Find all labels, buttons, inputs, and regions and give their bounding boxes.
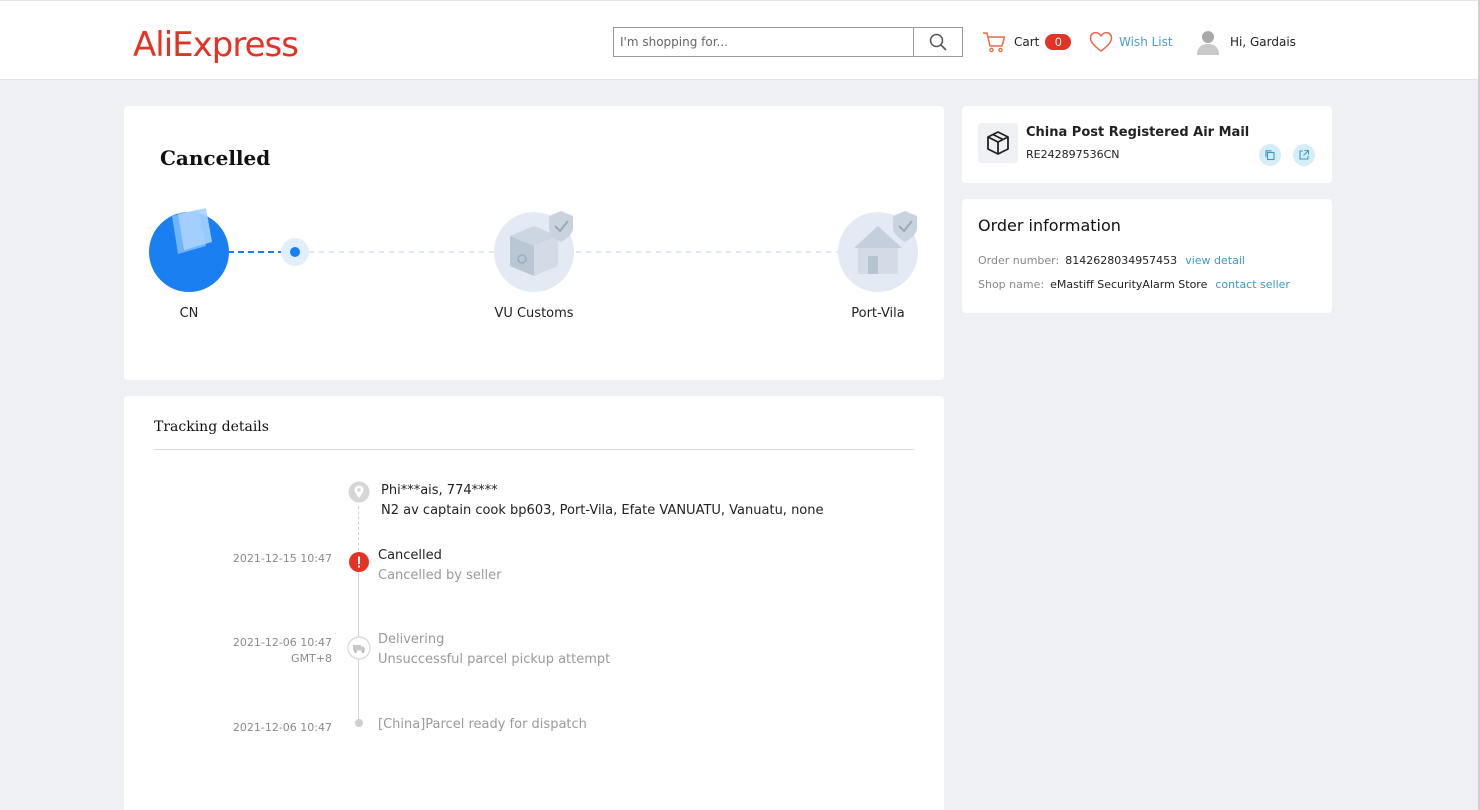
aliexpress-logo[interactable]: AliExpress <box>133 25 299 65</box>
node-label-customs: VU Customs <box>494 306 574 321</box>
order-info-title: Order information <box>978 216 1121 235</box>
event-date: 2021-12-06 10:47 <box>232 721 332 734</box>
cart-link[interactable]: Cart 0 <box>982 29 1072 55</box>
user-account[interactable]: Hi, Gardais <box>1196 28 1296 56</box>
wishlist-label: Wish List <box>1119 35 1173 49</box>
avatar-icon <box>1197 31 1219 55</box>
order-number-label: Order number: <box>978 254 1060 267</box>
event-title: Cancelled <box>378 548 442 563</box>
shipping-progress <box>149 202 918 292</box>
view-detail-link[interactable]: view detail <box>1185 254 1245 267</box>
tracking-details-card: Tracking details Phi***ais, 774**** N2 a… <box>124 396 944 810</box>
recipient-address: N2 av captain cook bp603, Port-Vila, Efa… <box>381 503 824 518</box>
event-timezone: GMT+8 <box>291 652 332 665</box>
truck-icon <box>347 636 371 660</box>
package-box-icon <box>978 123 1018 163</box>
order-number-row: Order number: 8142628034957453 view deta… <box>978 254 1245 267</box>
search-icon <box>929 33 947 51</box>
event-title: Delivering <box>378 632 445 647</box>
cart-count-badge: 0 <box>1045 34 1072 50</box>
event-date: 2021-12-06 10:47 <box>232 636 332 649</box>
recipient-name: Phi***ais, 774**** <box>381 483 498 498</box>
current-position-dot <box>281 238 309 266</box>
event-detail: Unsuccessful parcel pickup attempt <box>378 652 611 667</box>
carrier-name: China Post Registered Air Mail <box>1026 125 1250 140</box>
copy-tracking-button[interactable] <box>1259 144 1281 166</box>
event-title: [China]Parcel ready for dispatch <box>378 717 587 732</box>
shopping-bag-icon <box>149 202 229 292</box>
event-time: 2021-12-15 10:47 <box>233 551 332 567</box>
copy-icon <box>1265 150 1275 161</box>
external-link-icon <box>1299 149 1310 160</box>
shop-name-label: Shop name: <box>978 278 1045 291</box>
event-time: 2021-12-06 10:47 <box>233 720 332 736</box>
order-number-value: 8142628034957453 <box>1065 254 1178 267</box>
dot-icon <box>354 718 364 728</box>
search-input[interactable] <box>614 28 913 56</box>
location-pin-icon <box>348 481 370 503</box>
tracking-number: RE242897536CN <box>1026 148 1120 161</box>
heart-icon <box>1089 31 1113 52</box>
order-information-card: Order information Order number: 81426280… <box>962 199 1332 313</box>
cart-label: Cart <box>1014 35 1040 49</box>
order-status-card: Cancelled CN VU Customs Port-Vila <box>124 106 944 380</box>
node-label-origin: CN <box>179 306 199 321</box>
search-box <box>613 27 963 57</box>
user-greeting: Hi, Gardais <box>1230 35 1296 49</box>
timeline-connector-dotted <box>358 506 359 556</box>
contact-seller-link[interactable]: contact seller <box>1215 278 1290 291</box>
divider <box>154 449 914 450</box>
customs-package-icon <box>494 211 574 292</box>
shipping-carrier-card: China Post Registered Air Mail RE2428975… <box>962 106 1332 183</box>
shop-name-row: Shop name: eMastiff SecurityAlarm Store … <box>978 278 1290 291</box>
tracking-title: Tracking details <box>154 419 269 435</box>
node-label-destination: Port-Vila <box>851 306 905 321</box>
shop-name-value: eMastiff SecurityAlarm Store <box>1050 278 1208 291</box>
open-tracking-link-button[interactable] <box>1293 144 1315 166</box>
cart-icon <box>983 32 1006 53</box>
house-icon <box>838 211 918 292</box>
event-date: 2021-12-15 10:47 <box>232 552 332 565</box>
event-detail: Cancelled by seller <box>378 568 502 583</box>
wishlist-link[interactable]: Wish List <box>1089 29 1173 55</box>
search-button[interactable] <box>913 28 962 56</box>
event-time: 2021-12-06 10:47 GMT+8 <box>233 635 332 667</box>
alert-icon <box>349 552 369 572</box>
top-header: AliExpress Cart 0 Wish List Hi, Gardais <box>0 0 1480 80</box>
